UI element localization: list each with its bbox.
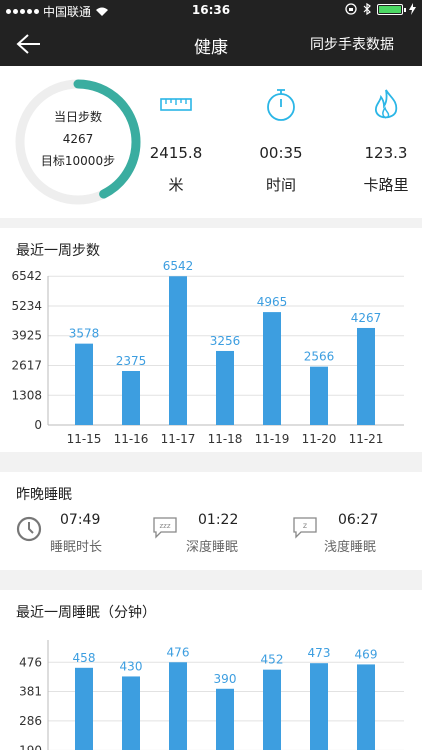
svg-text:zzz: zzz (159, 522, 170, 530)
sleep-duration-label: 睡眠时长 (50, 540, 103, 555)
steps-bar (216, 350, 234, 425)
stopwatch-icon (267, 89, 295, 121)
ruler-icon (160, 98, 192, 111)
steps-data-label: 2566 (304, 350, 335, 364)
steps-bar (75, 343, 93, 425)
steps-data-label: 3578 (69, 327, 100, 341)
sleep-bar (122, 676, 140, 750)
status-bar: 中国联通 16:36 (0, 0, 422, 22)
sleep-summary-card: 昨晚睡眠 07:49 睡眠时长 zzz 01:22 深度睡眠 z 06:27 浅… (0, 472, 422, 570)
distance-unit: 米 (168, 176, 184, 194)
steps-x-tick-label: 11-16 (114, 432, 149, 446)
flame-icon (374, 89, 398, 119)
today-steps-goal: 目标10000步 (40, 154, 116, 168)
steps-bar (122, 370, 140, 425)
charging-icon (409, 3, 416, 15)
sleep-y-tick-label: 190 (19, 743, 42, 750)
sleep-data-label: 473 (308, 646, 331, 660)
z-icon: z (293, 517, 317, 539)
duration-metric: 00:35 时间 (236, 86, 326, 195)
light-sleep-label: 浅度睡眠 (324, 540, 377, 555)
steps-bar (310, 366, 328, 425)
nav-bar: 健康 同步手表数据 (0, 22, 422, 66)
steps-y-tick-label: 0 (34, 418, 42, 432)
steps-data-label: 2375 (116, 354, 147, 368)
step-progress-text: 当日步数 4267 目标10000步 (14, 106, 142, 172)
battery-icon (377, 3, 406, 15)
steps-y-tick-label: 6542 (11, 269, 42, 283)
steps-data-label: 6542 (163, 259, 194, 273)
steps-x-tick-label: 11-18 (208, 432, 243, 446)
clock-icon (16, 516, 42, 542)
calories-metric: 123.3 卡路里 (341, 86, 422, 195)
steps-x-tick-label: 11-19 (255, 432, 290, 446)
today-summary-card: 当日步数 4267 目标10000步 2415.8 米 00:35 时间 123… (0, 66, 422, 218)
sleep-data-label: 469 (355, 647, 378, 661)
steps-data-label: 3256 (210, 334, 241, 348)
today-steps-label: 当日步数 (53, 110, 102, 124)
sleep-data-label: 452 (261, 653, 284, 667)
steps-x-tick-label: 11-17 (161, 432, 196, 446)
sleep-y-tick-label: 476 (19, 655, 42, 669)
sleep-duration-value: 07:49 (60, 512, 101, 528)
steps-bar (263, 312, 281, 425)
sleep-bar (75, 667, 93, 750)
sleep-bar (310, 663, 328, 750)
duration-unit: 时间 (265, 176, 296, 194)
svg-text:z: z (303, 521, 307, 530)
steps-bar (169, 276, 187, 425)
sleep-bar (357, 664, 375, 750)
sleep-week-card: 最近一周睡眠（分钟） 19028638147645843047639045247… (0, 590, 422, 750)
sleep-bar-chart: 190 286 381 476 458 430 476 390 452 473 469 (19, 640, 404, 750)
sleep-data-label: 458 (73, 651, 96, 665)
steps-bar (357, 327, 375, 425)
steps-data-label: 4267 (351, 311, 382, 325)
steps-y-tick-label: 2617 (11, 358, 42, 372)
steps-y-tick-label: 3925 (11, 329, 42, 343)
sleep-y-tick-label: 286 (19, 714, 42, 728)
sleep-bar (263, 669, 281, 750)
sync-watch-button[interactable]: 同步手表数据 (310, 34, 394, 54)
sleep-data-label: 476 (167, 645, 190, 659)
status-right (345, 3, 416, 15)
sleep-title: 昨晚睡眠 (16, 487, 72, 503)
sleep-y-tick-label: 381 (19, 685, 42, 699)
zzz-icon: zzz (153, 517, 177, 539)
sleep-data-label: 390 (214, 672, 237, 686)
sleep-bar (169, 662, 187, 750)
steps-data-label: 4965 (257, 295, 288, 309)
calories-value: 123.3 (364, 144, 408, 162)
sleep-bar (216, 688, 234, 750)
bluetooth-icon (363, 3, 371, 15)
steps-week-card: 最近一周步数 0 1308 2617 3925 5234 6542 3578 11-15 237… (0, 228, 422, 452)
steps-x-tick-label: 11-15 (67, 432, 102, 446)
steps-y-tick-label: 5234 (11, 299, 42, 313)
deep-sleep-value: 01:22 (198, 512, 239, 528)
distance-metric: 2415.8 米 (131, 86, 221, 195)
duration-value: 00:35 (259, 144, 303, 162)
rotation-lock-icon (345, 3, 357, 15)
today-steps-value: 4267 (62, 132, 94, 146)
steps-x-tick-label: 11-20 (302, 432, 337, 446)
calories-unit: 卡路里 (363, 176, 409, 194)
steps-x-tick-label: 11-21 (349, 432, 384, 446)
deep-sleep-label: 深度睡眠 (186, 540, 239, 555)
steps-y-tick-label: 1308 (11, 388, 42, 402)
steps-bar-chart: 0 1308 2617 3925 5234 6542 3578 11-15 2375 11-16 6… (11, 259, 404, 446)
light-sleep-value: 06:27 (338, 512, 379, 528)
distance-value: 2415.8 (149, 144, 203, 162)
sleep-data-label: 430 (120, 659, 143, 673)
